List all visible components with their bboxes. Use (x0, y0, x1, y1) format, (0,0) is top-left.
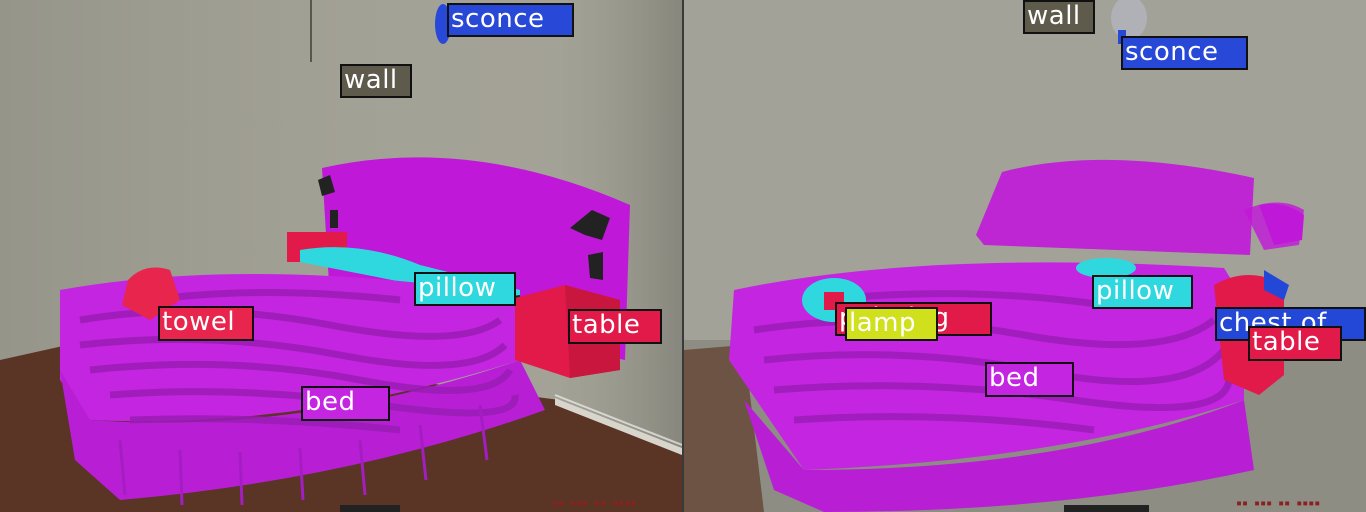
headboard-region (976, 159, 1254, 255)
bottom-label-stub (1064, 505, 1149, 512)
label-bed: bed (985, 362, 1074, 397)
label-wall: wall (340, 64, 412, 98)
headboard-dark-patch (588, 252, 603, 280)
label-sconce: sconce (447, 3, 574, 37)
timestamp-watermark: ▪▪ ▪▪▪ ▪▪ ▪▪▪▪ (552, 498, 637, 509)
right-segmentation-view: ▪▪ ▪▪▪ ▪▪ ▪▪▪▪ wall sconce pillow painti… (684, 0, 1366, 512)
label-bed: bed (301, 386, 390, 421)
headboard-dark-patch (330, 210, 338, 228)
bottom-label-stub (340, 505, 400, 512)
label-lamp: lamp (845, 307, 938, 341)
label-table: table (568, 309, 662, 344)
left-segmentation-view: ▪▪ ▪▪▪ ▪▪ ▪▪▪▪ sconce wall pillow towel … (0, 0, 682, 512)
label-wall: wall (1023, 0, 1095, 34)
label-towel: towel (158, 306, 254, 341)
right-scene (684, 0, 1366, 512)
label-sconce: sconce (1121, 36, 1248, 70)
label-pillow: pillow (1092, 275, 1193, 309)
label-table: table (1248, 326, 1342, 361)
label-pillow: pillow (414, 272, 516, 306)
timestamp-watermark: ▪▪ ▪▪▪ ▪▪ ▪▪▪▪ (1236, 498, 1321, 509)
